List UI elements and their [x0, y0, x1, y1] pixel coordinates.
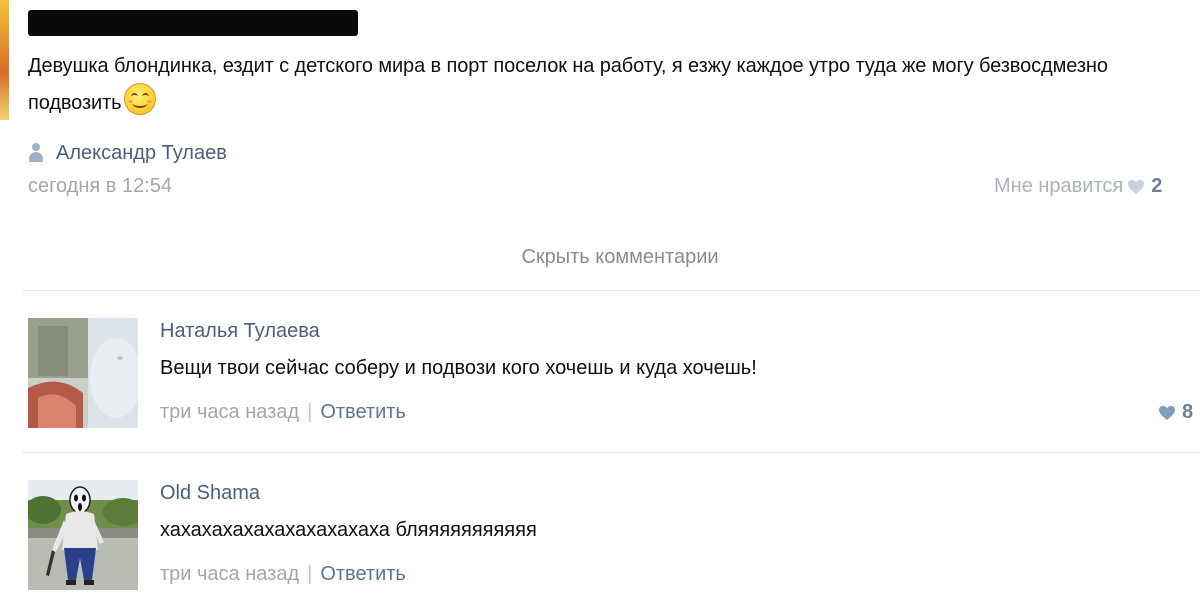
comment-avatar[interactable] — [28, 480, 138, 590]
heart-icon — [1159, 405, 1175, 420]
reply-link[interactable]: Ответить — [320, 563, 406, 586]
divider — [22, 452, 1200, 453]
comment-author[interactable]: Наталья Тулаева — [160, 320, 320, 343]
post-date[interactable]: сегодня в 12:54 — [28, 175, 172, 198]
comment-text: Вещи твои сейчас соберу и подвози кого х… — [160, 357, 757, 379]
comment-meta: три часа назад | Ответить — [160, 563, 406, 586]
comment-author[interactable]: Old Shama — [160, 482, 260, 505]
comment-like-button[interactable]: 8 — [1158, 401, 1193, 424]
comment-time[interactable]: три часа назад — [160, 401, 299, 424]
divider — [22, 290, 1200, 291]
avatar-photo — [28, 480, 138, 590]
comment-meta: три часа назад | Ответить — [160, 401, 406, 424]
meta-separator: | — [307, 401, 313, 423]
comment-time[interactable]: три часа назад — [160, 563, 299, 586]
like-count: 2 — [1151, 175, 1163, 197]
post-text-body: Девушка блондинка, ездит с детского мира… — [28, 55, 1108, 114]
reply-link[interactable]: Ответить — [320, 401, 406, 424]
avatar-photo — [28, 318, 138, 428]
person-icon — [28, 143, 44, 163]
meta-separator: | — [307, 563, 313, 585]
smile-emoji-icon — [123, 83, 156, 115]
post-author-avatar[interactable] — [0, 0, 9, 120]
post-author-redacted — [28, 10, 358, 36]
post-signature-name[interactable]: Александр Тулаев — [56, 142, 227, 165]
comment-like-count: 8 — [1182, 401, 1194, 423]
comment-avatar[interactable] — [28, 318, 138, 428]
post-text: Девушка блондинка, ездит с детского мира… — [28, 50, 1188, 120]
hide-comments-link[interactable]: Скрыть комментарии — [0, 246, 1200, 269]
post-signature[interactable]: Александр Тулаев — [28, 140, 227, 166]
post-like-button[interactable]: Мне нравится 2 — [994, 175, 1162, 198]
heart-icon — [1128, 179, 1145, 194]
like-label: Мне нравится — [994, 175, 1124, 197]
comment-text: хахахахахахахахахахаха бляяяяяяяяяяя — [160, 519, 537, 541]
